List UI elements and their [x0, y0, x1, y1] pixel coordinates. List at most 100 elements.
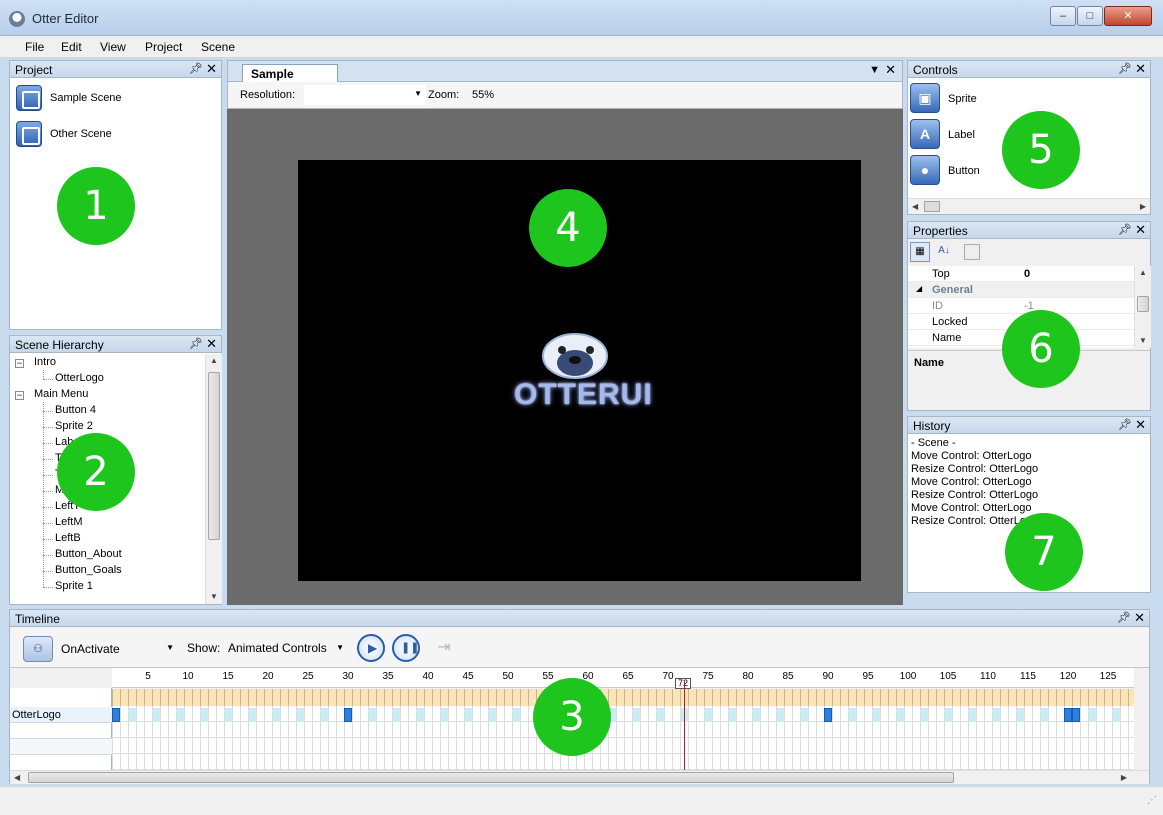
- playhead[interactable]: [684, 680, 685, 770]
- property-row-top[interactable]: Top 0: [908, 266, 1136, 282]
- tree-child-item[interactable]: Sprite 2: [55, 420, 93, 432]
- collapse-toggle-icon[interactable]: −: [15, 391, 24, 400]
- history-entry[interactable]: Move Control: OtterLogo: [911, 476, 1031, 488]
- timeline-ruler[interactable]: 5 10 15 20 25 30 35 40 45 50 55 60 65 70 75 80 85 90 95 100…: [112, 668, 1134, 689]
- menu-scene[interactable]: Scene: [201, 40, 235, 54]
- scroll-right-icon[interactable]: ▶: [1121, 773, 1127, 782]
- close-icon[interactable]: ✕: [1135, 417, 1146, 433]
- close-icon[interactable]: ✕: [206, 61, 217, 77]
- tree-group-item[interactable]: Intro: [34, 356, 56, 368]
- scene-viewport[interactable]: OTTERUI 4: [227, 109, 903, 605]
- properties-scrollbar[interactable]: ▲ ▼: [1134, 266, 1151, 348]
- scroll-up-icon[interactable]: ▲: [1139, 268, 1147, 277]
- close-icon[interactable]: ✕: [206, 336, 217, 352]
- menu-project[interactable]: Project: [145, 40, 182, 54]
- collapse-toggle-icon[interactable]: −: [15, 359, 24, 368]
- sprite-icon: ▣: [910, 83, 940, 113]
- expand-triangle-icon[interactable]: ◢: [916, 284, 922, 293]
- scroll-right-icon[interactable]: ▶: [1140, 202, 1146, 211]
- pin-icon[interactable]: 📌︎: [1118, 418, 1132, 431]
- tree-child-item[interactable]: Button_Goals: [55, 564, 122, 576]
- timeline-scrollbar[interactable]: ◀ ▶: [10, 770, 1149, 784]
- tree-child-item[interactable]: Button_About: [55, 548, 122, 560]
- tree-group-item[interactable]: Main Menu: [34, 388, 88, 400]
- tree-child-item[interactable]: OtterLogo: [55, 372, 104, 384]
- property-pages-icon[interactable]: [964, 244, 980, 260]
- pin-icon[interactable]: 📌︎: [1118, 223, 1132, 236]
- tree-child-item[interactable]: Button 4: [55, 404, 96, 416]
- close-icon[interactable]: ✕: [1135, 61, 1146, 77]
- keyframe-marker[interactable]: [824, 708, 832, 722]
- categorized-view-icon[interactable]: ▦: [910, 242, 930, 262]
- scroll-down-icon[interactable]: ▼: [1139, 336, 1147, 345]
- pin-icon[interactable]: 📌︎: [189, 337, 203, 350]
- frame-cell-hint: [393, 708, 400, 722]
- control-item-sprite[interactable]: ▣ Sprite: [908, 83, 1088, 115]
- tab-dropdown-icon[interactable]: ▼: [869, 64, 880, 76]
- close-window-button[interactable]: ✕: [1104, 6, 1152, 26]
- pin-icon[interactable]: 📌︎: [1117, 611, 1131, 624]
- close-icon[interactable]: ✕: [1134, 610, 1145, 626]
- minimize-button[interactable]: ‒: [1050, 6, 1076, 26]
- animation-dropdown[interactable]: OnActivate ▼: [58, 636, 178, 660]
- tree-child-item[interactable]: LeftM: [55, 516, 83, 528]
- track-row[interactable]: OtterLogo: [10, 707, 112, 723]
- controls-hscrollbar[interactable]: ◀ ▶: [908, 198, 1150, 214]
- timeline-frame-band[interactable]: [112, 689, 1134, 706]
- frame-cell-hint: [201, 708, 208, 722]
- property-description-title: Name: [914, 357, 944, 369]
- hierarchy-scrollbar[interactable]: ▲ ▼: [205, 354, 222, 604]
- resize-grip-icon[interactable]: ⋰: [1147, 795, 1157, 806]
- history-entry[interactable]: Move Control: OtterLogo: [911, 450, 1031, 462]
- tab-sample-scene[interactable]: Sample Scene: [242, 64, 338, 95]
- show-dropdown[interactable]: Animated Controls ▼: [226, 636, 348, 660]
- current-frame-label[interactable]: 72: [675, 678, 692, 689]
- callout-badge-6: 6: [1002, 310, 1080, 388]
- history-entry[interactable]: Resize Control: OtterLogo: [911, 489, 1038, 501]
- scrollbar-thumb[interactable]: [924, 201, 940, 212]
- scroll-left-icon[interactable]: ◀: [14, 773, 20, 782]
- keyframe-marker[interactable]: [1072, 708, 1080, 722]
- resolution-dropdown[interactable]: ▼: [304, 85, 426, 105]
- menu-edit[interactable]: Edit: [61, 40, 82, 54]
- project-panel-header: Project 📌︎ ✕: [10, 61, 221, 78]
- chevron-down-icon: ▼: [336, 643, 344, 652]
- tree-child-item[interactable]: Sprite 1: [55, 580, 93, 592]
- play-button[interactable]: ▶: [357, 634, 385, 662]
- property-value[interactable]: 0: [1024, 268, 1030, 280]
- close-icon[interactable]: ✕: [885, 62, 896, 78]
- property-row-id[interactable]: ID -1: [908, 298, 1136, 314]
- history-entry[interactable]: Resize Control: OtterLogo: [911, 463, 1038, 475]
- pin-icon[interactable]: 📌︎: [1118, 62, 1132, 75]
- scrollbar-thumb[interactable]: [28, 772, 954, 783]
- timeline-grid[interactable]: [112, 706, 1134, 770]
- property-row-general[interactable]: ◢ General: [908, 282, 1136, 298]
- tree-child-item[interactable]: LeftB: [55, 532, 81, 544]
- project-item-other-scene[interactable]: Other Scene: [16, 119, 216, 149]
- animation-runner-icon[interactable]: ⚇: [23, 636, 53, 662]
- keyframe-marker[interactable]: [344, 708, 352, 722]
- scrollbar-thumb[interactable]: [1137, 296, 1149, 312]
- zoom-value[interactable]: 55%: [472, 89, 494, 101]
- scroll-up-icon[interactable]: ▲: [210, 356, 218, 365]
- history-entry[interactable]: - Scene -: [911, 437, 956, 449]
- frame-tick-label: 90: [822, 671, 834, 682]
- menu-view[interactable]: View: [100, 40, 126, 54]
- frame-cell-hint: [1113, 708, 1120, 722]
- history-entry[interactable]: Move Control: OtterLogo: [911, 502, 1031, 514]
- maximize-button[interactable]: □: [1077, 6, 1103, 26]
- add-keyframe-icon[interactable]: ⇥: [429, 635, 459, 661]
- project-item-sample-scene[interactable]: Sample Scene: [16, 83, 216, 113]
- scroll-down-icon[interactable]: ▼: [210, 592, 218, 601]
- pin-icon[interactable]: 📌︎: [189, 62, 203, 75]
- frame-tick-label: 25: [302, 671, 314, 682]
- keyframe-marker[interactable]: [112, 708, 120, 722]
- alphabetical-sort-icon[interactable]: A↓: [934, 242, 954, 262]
- pause-button[interactable]: ❚❚: [392, 634, 420, 662]
- keyframe-marker[interactable]: [1064, 708, 1072, 722]
- frame-cell-hint: [273, 708, 280, 722]
- close-icon[interactable]: ✕: [1135, 222, 1146, 238]
- scrollbar-thumb[interactable]: [208, 372, 220, 540]
- scroll-left-icon[interactable]: ◀: [912, 202, 918, 211]
- menu-file[interactable]: File: [25, 40, 44, 54]
